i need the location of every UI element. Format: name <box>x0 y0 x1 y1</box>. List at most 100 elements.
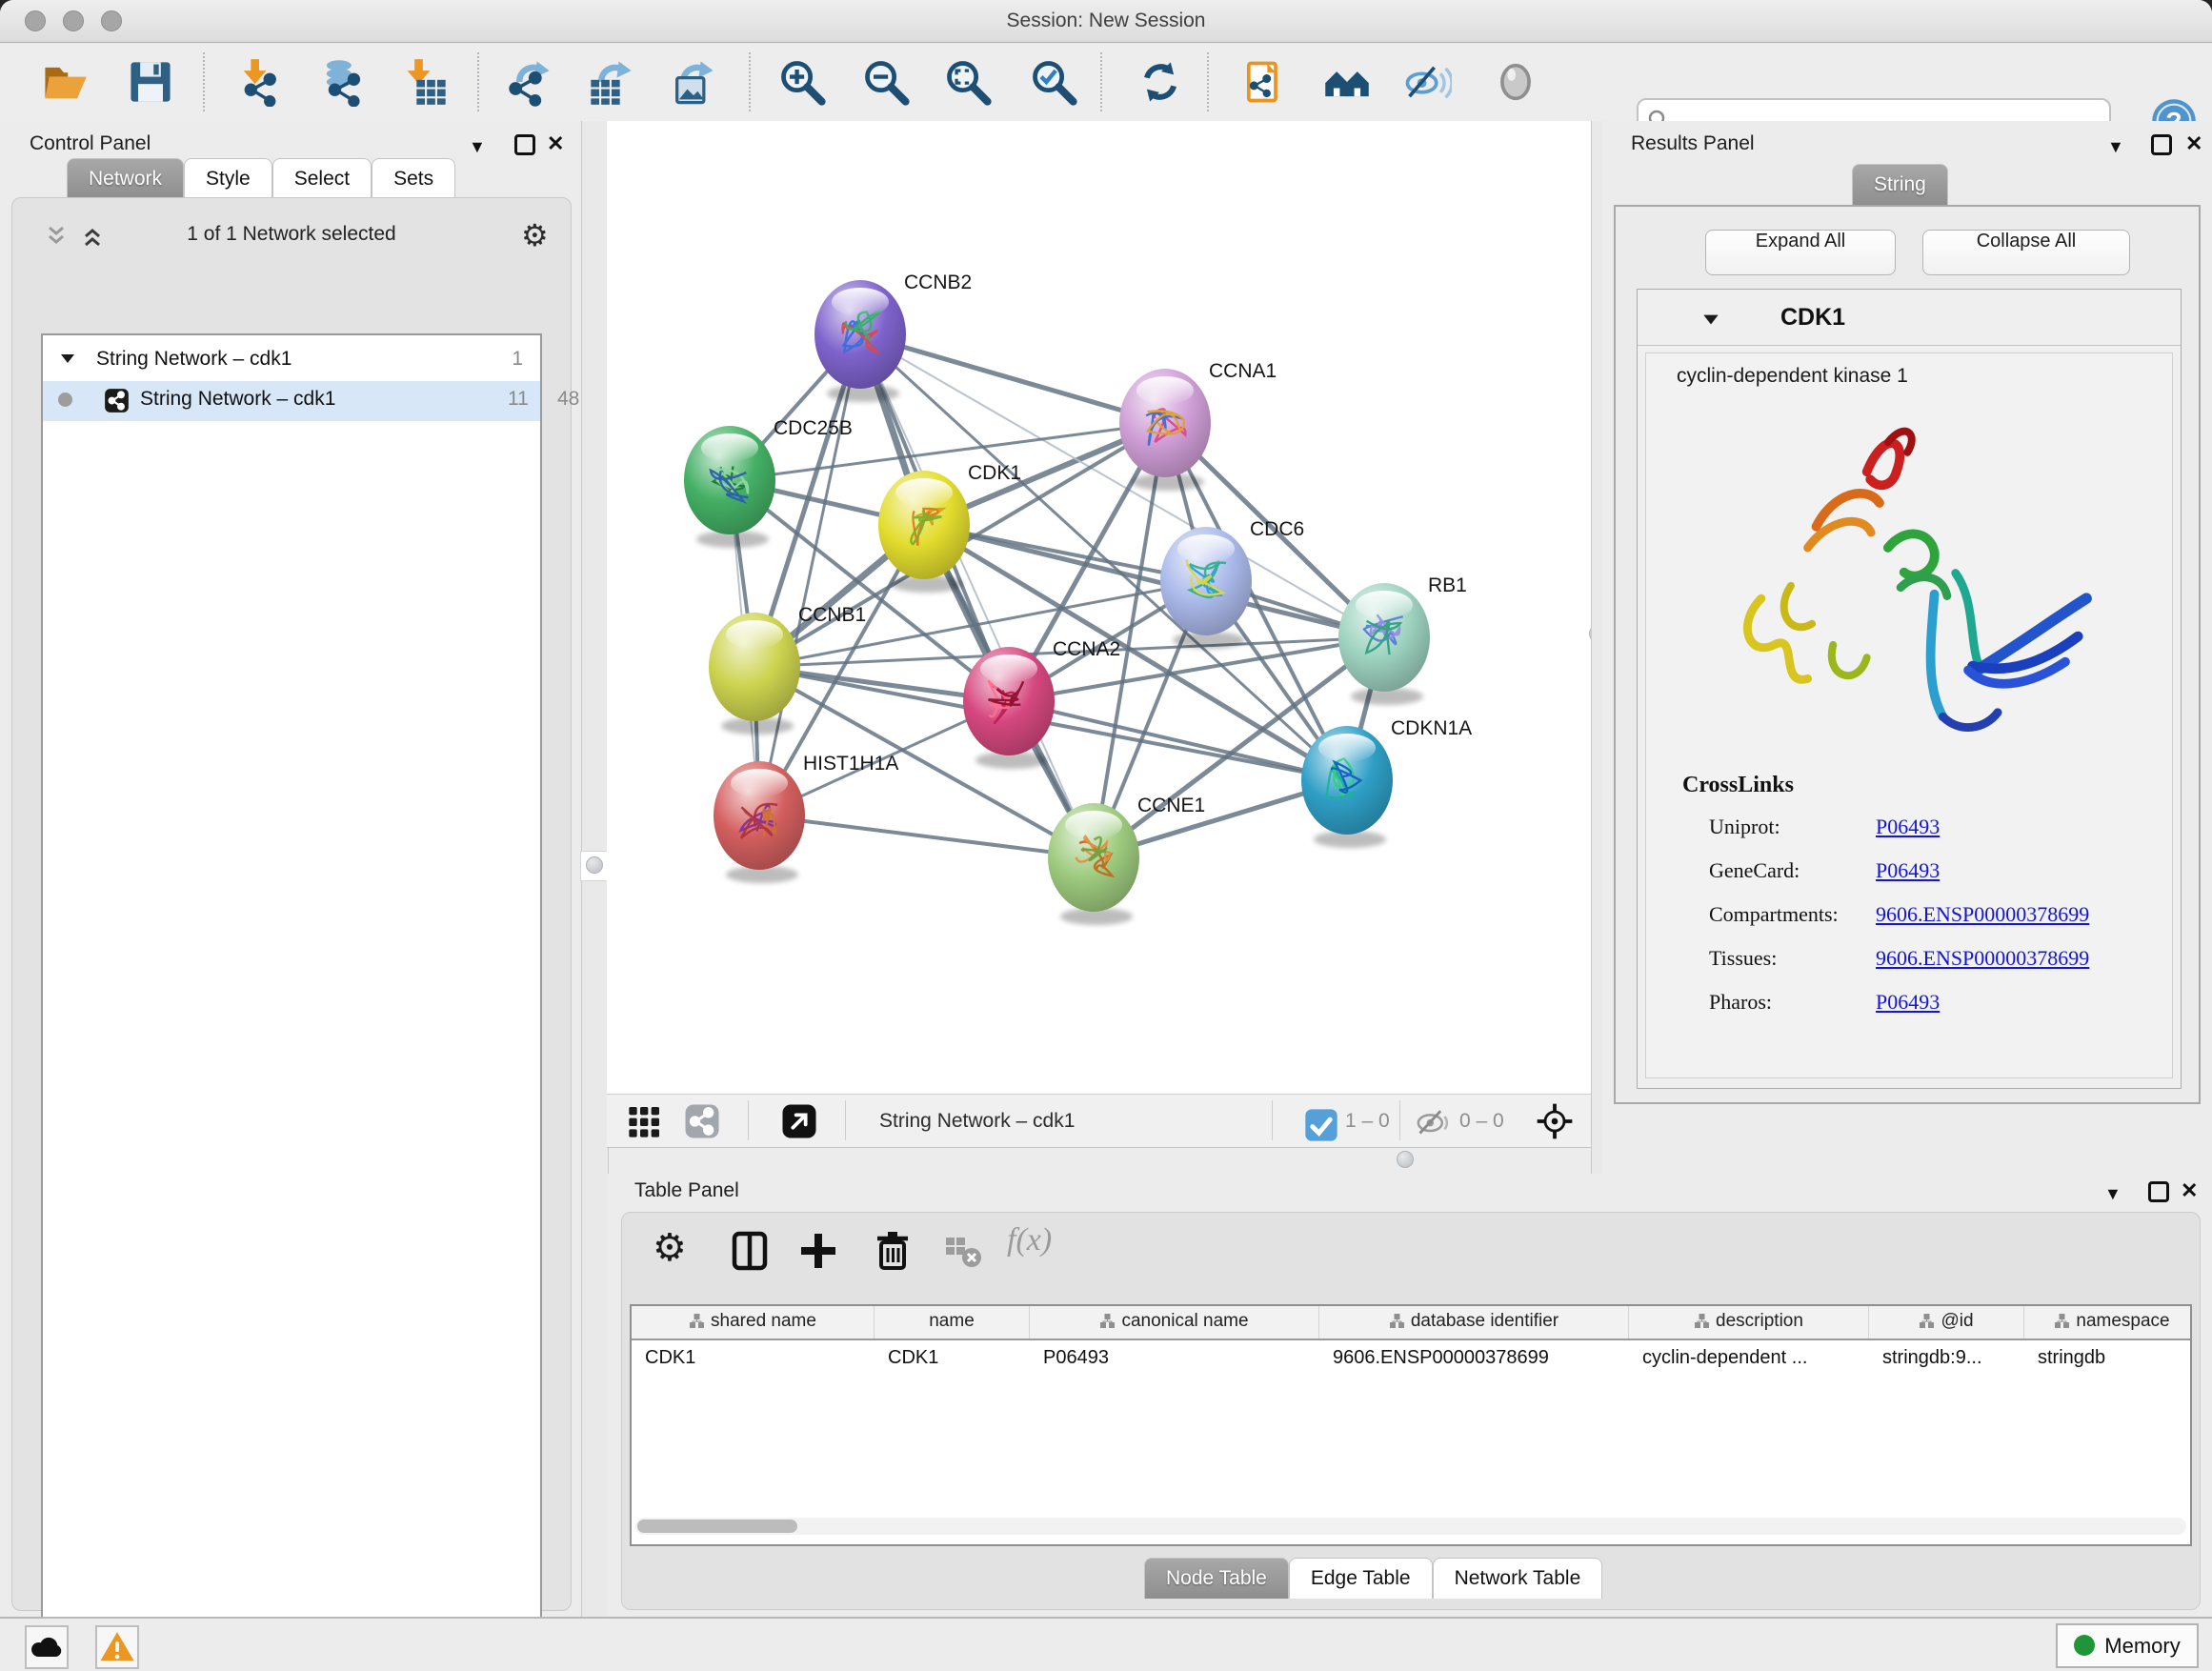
tab-sets[interactable]: Sets <box>372 158 455 199</box>
cloud-button[interactable] <box>25 1625 69 1669</box>
network-row[interactable]: String Network – cdk1 11 48 <box>43 381 540 421</box>
control-panel-float-icon[interactable] <box>514 134 535 155</box>
network-edge[interactable] <box>860 334 1094 857</box>
network-node-CCNE1[interactable] <box>1048 803 1139 925</box>
column-header-name[interactable]: name <box>875 1306 1030 1339</box>
network-node-CDC6[interactable] <box>1160 527 1252 649</box>
collection-expander-icon[interactable] <box>58 349 77 373</box>
expand-all-button[interactable]: Expand All <box>1705 230 1896 275</box>
node-label-CDKN1A: CDKN1A <box>1391 717 1472 739</box>
column-header-canonical-name[interactable]: canonical name <box>1030 1306 1319 1339</box>
save-session-icon[interactable] <box>126 57 175 107</box>
table-panel-menu-icon[interactable]: ▼ <box>2104 1183 2122 1204</box>
tab-edge-table[interactable]: Edge Table <box>1289 1558 1433 1599</box>
crosslink-link[interactable]: 9606.ENSP00000378699 <box>1876 902 2089 926</box>
left-splitter[interactable] <box>581 121 609 1617</box>
control-panel: Control Panel ▼ ✕ NetworkStyleSelectSets… <box>0 121 582 1617</box>
table-horizontal-scrollbar[interactable] <box>635 1518 2186 1535</box>
control-panel-tabs: NetworkStyleSelectSets <box>67 158 455 199</box>
network-collection-row[interactable]: String Network – cdk1 1 <box>43 341 540 381</box>
network-node-CCNA1[interactable] <box>1119 369 1211 491</box>
open-session-icon[interactable] <box>40 57 90 107</box>
crosslink-link[interactable]: P06493 <box>1876 858 1940 882</box>
network-canvas[interactable]: CCNB2CCNA1CDC25BCDK1CDC6RB1CCNB1CCNA2CDK… <box>607 121 1591 1094</box>
collapse-all-button[interactable]: Collapse All <box>1922 230 2130 275</box>
network-edge[interactable] <box>1009 701 1347 780</box>
column-header-description[interactable]: description <box>1629 1306 1869 1339</box>
table-panel-float-icon[interactable] <box>2148 1181 2169 1202</box>
results-panel-float-icon[interactable] <box>2151 134 2172 155</box>
crosslink-link[interactable]: 9606.ENSP00000378699 <box>1876 946 2089 970</box>
document-share-icon[interactable] <box>1238 57 1288 107</box>
import-network-file-icon[interactable] <box>234 57 284 107</box>
add-column-icon[interactable] <box>795 1228 841 1274</box>
export-table-icon[interactable] <box>587 57 636 107</box>
network-node-CCNB1[interactable] <box>709 613 800 735</box>
zoom-in-icon[interactable] <box>777 57 827 107</box>
gene-expander-icon[interactable] <box>1700 309 1721 334</box>
gene-section-header[interactable]: CDK1 <box>1638 290 2181 346</box>
table-cell: CDK1 <box>632 1340 875 1377</box>
table-settings-gear-icon[interactable]: ⚙ <box>653 1226 698 1272</box>
main-toolbar: ? <box>0 43 2212 123</box>
tab-node-table[interactable]: Node Table <box>1144 1558 1289 1599</box>
results-panel-close-icon[interactable]: ✕ <box>2185 133 2202 154</box>
control-panel-close-icon[interactable]: ✕ <box>547 133 564 154</box>
string-view-icon[interactable] <box>683 1102 721 1140</box>
refresh-icon[interactable] <box>1136 57 1185 107</box>
crosshair-icon[interactable] <box>1536 1102 1574 1140</box>
crosslink-label: Tissues: <box>1709 946 1876 971</box>
tab-string[interactable]: String <box>1852 164 1948 205</box>
zoom-fit-icon[interactable] <box>943 57 993 107</box>
warning-button[interactable] <box>95 1625 139 1669</box>
network-node-CCNB2[interactable] <box>814 280 906 402</box>
table-row[interactable]: CDK1CDK1P064939606.ENSP00000378699cyclin… <box>632 1340 2192 1377</box>
tab-select[interactable]: Select <box>272 158 372 199</box>
zoom-out-icon[interactable] <box>861 57 911 107</box>
home-icon[interactable] <box>1322 57 1372 107</box>
import-network-database-icon[interactable] <box>316 57 366 107</box>
selected-checkbox-icon[interactable] <box>1302 1106 1333 1144</box>
tab-style[interactable]: Style <box>184 158 272 199</box>
network-node-CDC25B[interactable] <box>684 426 775 548</box>
crosslink-link[interactable]: P06493 <box>1876 990 1940 1014</box>
column-header-namespace[interactable]: namespace <box>2024 1306 2192 1339</box>
delete-column-icon[interactable] <box>870 1228 915 1274</box>
tab-network-table[interactable]: Network Table <box>1433 1558 1603 1599</box>
tab-network[interactable]: Network <box>67 158 184 199</box>
bottom-splitter-dot[interactable] <box>1397 1151 1414 1168</box>
results-panel-menu-icon[interactable]: ▼ <box>2107 136 2124 157</box>
title-bar: Session: New Session <box>0 0 2212 43</box>
network-node-HIST1H1A[interactable] <box>714 761 805 883</box>
scrollbar-thumb[interactable] <box>637 1520 797 1533</box>
import-table-icon[interactable] <box>400 57 450 107</box>
export-image-icon[interactable] <box>669 57 718 107</box>
table-cell: cyclin-dependent ... <box>1629 1340 1869 1377</box>
network-edge[interactable] <box>759 815 1094 857</box>
show-hide-icon[interactable] <box>1402 57 1452 107</box>
preview-icon[interactable] <box>1491 57 1540 107</box>
crosslink-row: Compartments:9606.ENSP00000378699 <box>1709 902 2185 927</box>
network-edge[interactable] <box>860 334 1165 423</box>
zoom-selected-icon[interactable] <box>1029 57 1078 107</box>
table-tabs: Node TableEdge TableNetwork Table <box>1144 1558 1602 1599</box>
network-node-RB1[interactable] <box>1338 583 1430 705</box>
memory-button[interactable]: Memory <box>2056 1623 2199 1668</box>
node-label-HIST1H1A: HIST1H1A <box>803 753 898 775</box>
table-panel-close-icon[interactable]: ✕ <box>2181 1180 2198 1201</box>
control-panel-menu-icon[interactable]: ▼ <box>469 136 486 157</box>
show-columns-icon[interactable] <box>727 1228 773 1274</box>
control-panel-title: Control Panel <box>30 132 151 155</box>
network-node-CDKN1A[interactable] <box>1301 726 1393 848</box>
table-cell: stringdb <box>2024 1340 2192 1377</box>
network-options-gear-icon[interactable]: ⚙ <box>521 217 549 253</box>
node-label-CDK1: CDK1 <box>968 462 1021 484</box>
crosslink-link[interactable]: P06493 <box>1876 815 1940 838</box>
column-header--id[interactable]: @id <box>1869 1306 2024 1339</box>
export-network-icon[interactable] <box>505 57 554 107</box>
column-header-database-identifier[interactable]: database identifier <box>1319 1306 1629 1339</box>
birds-eye-view-icon[interactable] <box>780 1102 818 1140</box>
grid-view-icon[interactable] <box>626 1102 664 1140</box>
network-edge[interactable] <box>759 334 860 815</box>
column-header-shared-name[interactable]: shared name <box>632 1306 875 1339</box>
